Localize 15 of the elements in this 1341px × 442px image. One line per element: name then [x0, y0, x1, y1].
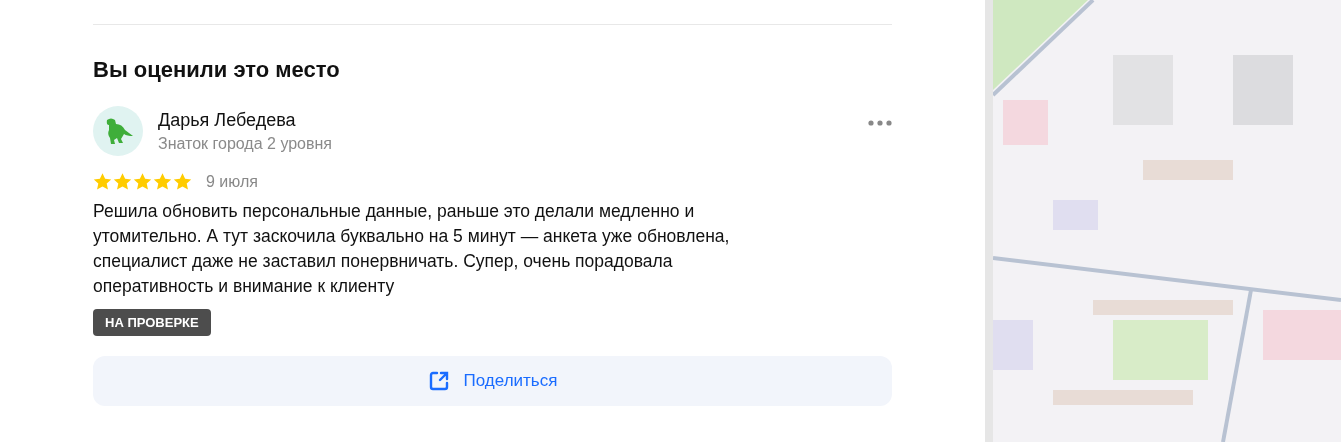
- status-badge: НА ПРОВЕРКЕ: [93, 309, 211, 336]
- star-icon: [113, 172, 132, 191]
- star-icon: [153, 172, 172, 191]
- share-button[interactable]: Поделиться: [93, 356, 892, 406]
- author-name[interactable]: Дарья Лебедева: [158, 107, 868, 133]
- avatar: [93, 106, 143, 156]
- star-icon: [93, 172, 112, 191]
- section-title: Вы оценили это место: [93, 56, 341, 84]
- review-date: 9 июля: [206, 172, 258, 191]
- more-icon[interactable]: [868, 120, 892, 126]
- star-icon: [133, 172, 152, 191]
- review-text: Решила обновить персональные данные, раньше это делали медленно и утомительно. А тут заскочила буквально на 5 минут — анкета уже обновлена, специалист даже не заставил понервничать. Супер, очень порадовала оперативность и внимание к клиенту: [93, 200, 731, 298]
- share-icon: [427, 370, 450, 392]
- star-icon: [173, 172, 192, 191]
- author-level: Знаток города 2 уровня: [158, 133, 333, 154]
